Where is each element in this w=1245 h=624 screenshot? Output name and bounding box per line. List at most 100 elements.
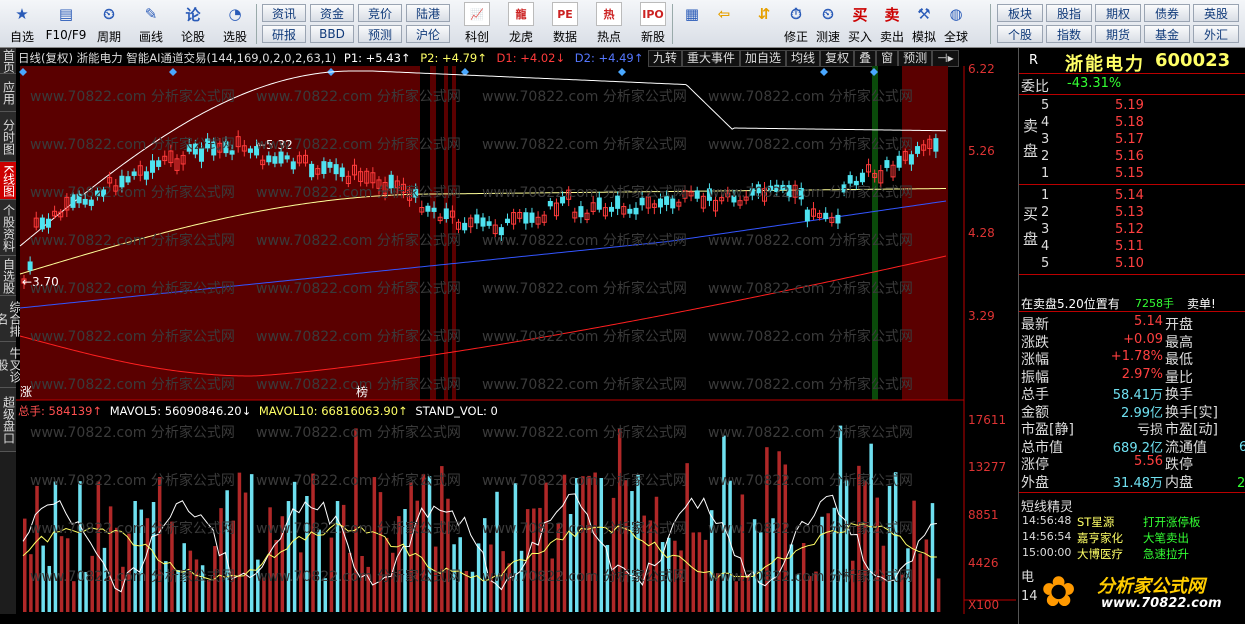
toolbar-market-button[interactable]: 个股 xyxy=(997,25,1043,43)
toolbar-market-button[interactable]: 债券 xyxy=(1144,4,1190,22)
toolbar-simulate-button[interactable]: ⚒ 模拟 xyxy=(908,2,940,46)
toolbar-up-down-arrows-button[interactable]: ⇵ xyxy=(748,2,780,46)
vol-stand: STAND_VOL: 0 xyxy=(415,404,498,418)
toolbar-market-button[interactable]: 股指 xyxy=(1046,4,1092,22)
toolbar-market-button[interactable]: 期权 xyxy=(1095,4,1141,22)
volume-tick: 4426 xyxy=(968,556,999,570)
chart-tool-button[interactable]: 预测 xyxy=(898,50,933,67)
toolbar-small-button[interactable]: 预测 xyxy=(358,25,402,43)
toolbar-speedtest-button[interactable]: ⏲ 测速 xyxy=(812,2,844,46)
buy-price[interactable]: 5.12 xyxy=(1115,222,1144,237)
volume-bar xyxy=(188,550,193,612)
toolbar-star-button[interactable]: ★ 自选 xyxy=(2,2,42,46)
candle-body xyxy=(431,207,437,212)
toolbar-f10-button[interactable]: ▤ F10/F9 xyxy=(44,2,88,46)
stat-value: 5.56 xyxy=(1134,454,1163,469)
toolbar-market-button[interactable]: 外汇 xyxy=(1193,25,1239,43)
logo-url: www.70822.com xyxy=(1101,596,1222,611)
side-tab-4[interactable]: 个股资料 xyxy=(0,200,16,256)
buy-price[interactable]: 5.13 xyxy=(1115,205,1144,220)
toolbar-globe-button[interactable]: ◍ 全球 xyxy=(940,2,972,46)
toolbar-discuss-button[interactable]: 论论股 xyxy=(173,2,213,46)
side-tab-6[interactable]: 综合排名 xyxy=(0,296,22,342)
toolbar-buy-button[interactable]: 买买入 xyxy=(844,2,876,46)
candle-body xyxy=(94,190,100,197)
divider xyxy=(1019,94,1245,95)
pin-icon[interactable]: ⊣▸ xyxy=(932,50,959,67)
toolbar-market-button[interactable]: 板块 xyxy=(997,4,1043,22)
side-tabs: 首页 应用 分时图 K线图 个股资料 自选股 综合排名 牛叉诊股 超级盘口 xyxy=(0,48,22,614)
side-tab-0[interactable]: 首页 xyxy=(0,48,16,74)
volume-bar xyxy=(311,473,315,612)
toolbar-small-button[interactable]: 竞价 xyxy=(358,4,402,22)
chart-tool-button[interactable]: 重大事件 xyxy=(682,50,741,67)
toolbar-ipo-button[interactable]: IPO 新股 xyxy=(632,2,674,46)
toolbar-longhu-button[interactable]: 龍龙虎 xyxy=(500,2,542,46)
kline-chart[interactable]: ←5.32 ←3.70 涨 榜 xyxy=(16,66,1018,614)
sell-price[interactable]: 5.17 xyxy=(1115,132,1144,147)
pen-icon: ✎ xyxy=(144,5,158,23)
volume-bar xyxy=(875,497,880,612)
toolbar-market-button[interactable]: 指数 xyxy=(1046,25,1092,43)
toolbar-back-arrow-button[interactable]: ⇦ xyxy=(708,2,740,46)
buy-price[interactable]: 5.11 xyxy=(1115,239,1144,254)
volume-bar xyxy=(617,428,622,612)
side-tab-7[interactable]: 牛叉诊股 xyxy=(0,342,22,388)
toolbar-market-button[interactable]: 基金 xyxy=(1144,25,1190,43)
chart-tool-button[interactable]: 九转 xyxy=(648,50,683,67)
volume-bar xyxy=(427,476,432,612)
elf-stock[interactable]: 大博医疗 xyxy=(1077,546,1123,562)
toolbar-sell-button[interactable]: 卖卖出 xyxy=(876,2,908,46)
volume-bar xyxy=(581,476,585,612)
sell-price[interactable]: 5.18 xyxy=(1115,115,1144,130)
candle-body xyxy=(474,214,480,224)
buy-price[interactable]: 5.14 xyxy=(1115,188,1144,203)
p2-value: P2: +4.79↑ xyxy=(420,51,487,65)
toolbar-small-button[interactable]: 研报 xyxy=(262,25,306,43)
side-tab-1[interactable]: 应用 xyxy=(0,74,16,112)
chart-tool-button[interactable]: 复权 xyxy=(820,50,855,67)
toolbar-data-button[interactable]: PE 数据 xyxy=(544,2,586,46)
volume-tick: 8851 xyxy=(968,508,999,522)
side-tab-8[interactable]: 超级盘口 xyxy=(0,388,16,452)
toolbar-fix-button[interactable]: ⏱ 修正 xyxy=(780,2,812,46)
sell-price[interactable]: 5.16 xyxy=(1115,149,1144,164)
toolbar-market-button[interactable]: 期货 xyxy=(1095,25,1141,43)
side-tab-2[interactable]: 分时图 xyxy=(0,112,16,162)
sell-price[interactable]: 5.15 xyxy=(1115,166,1144,181)
chart-tool-button[interactable]: 加自选 xyxy=(740,50,787,67)
toolbar-small-button[interactable]: 资金 xyxy=(310,4,354,22)
volume-bar xyxy=(654,496,659,612)
buy-price[interactable]: 5.10 xyxy=(1115,256,1144,271)
toolbar-hot-button[interactable]: 热热点 xyxy=(588,2,630,46)
toolbar-select-stock-button[interactable]: ◔ 选股 xyxy=(215,2,255,46)
volume-bar xyxy=(53,481,58,612)
chart-tool-button[interactable]: 窗 xyxy=(876,50,899,67)
chart-title: 日线(复权) 浙能电力 智能AI通道交易(144,169,0,2,0,2,63,… xyxy=(18,51,337,65)
elf-stock[interactable]: ST星源 xyxy=(1077,514,1114,530)
toolbar-pen-button[interactable]: ✎ 画线 xyxy=(131,2,171,46)
toolbar-small-button[interactable]: 陆港 xyxy=(406,4,450,22)
candle-body xyxy=(908,154,914,165)
chart-tool-button[interactable]: 均线 xyxy=(786,50,821,67)
bottom-left-text-2: 14 xyxy=(1021,589,1038,604)
toolbar-label: 龙虎 xyxy=(508,30,533,44)
side-tab-3[interactable]: K线图 xyxy=(0,162,16,200)
candle-body xyxy=(835,214,841,224)
side-tab-5[interactable]: 自选股 xyxy=(0,256,16,296)
toolbar-small-button[interactable]: 资讯 xyxy=(262,4,306,22)
candle-body xyxy=(615,195,621,209)
position-text: 在卖盘5.20位置有 xyxy=(1021,297,1120,311)
toolbar-small-button[interactable]: BBD xyxy=(310,25,354,43)
chart-tool-button[interactable]: 叠 xyxy=(854,50,877,67)
volume-bar xyxy=(348,552,352,612)
toolbar-grid-button[interactable]: ▦ xyxy=(676,2,708,46)
toolbar-clock-button[interactable]: ⏲ 周期 xyxy=(89,2,129,46)
toolbar-kechuang-button[interactable]: 📈 科创 xyxy=(456,2,498,46)
elf-stock[interactable]: 嘉亨家化 xyxy=(1077,530,1123,546)
sell-price[interactable]: 5.19 xyxy=(1115,98,1144,113)
toolbar-market-button[interactable]: 英股 xyxy=(1193,4,1239,22)
stat-label-2: 内盘 xyxy=(1165,474,1193,491)
volume-bar xyxy=(869,443,873,612)
toolbar-small-button[interactable]: 沪伦 xyxy=(406,25,450,43)
